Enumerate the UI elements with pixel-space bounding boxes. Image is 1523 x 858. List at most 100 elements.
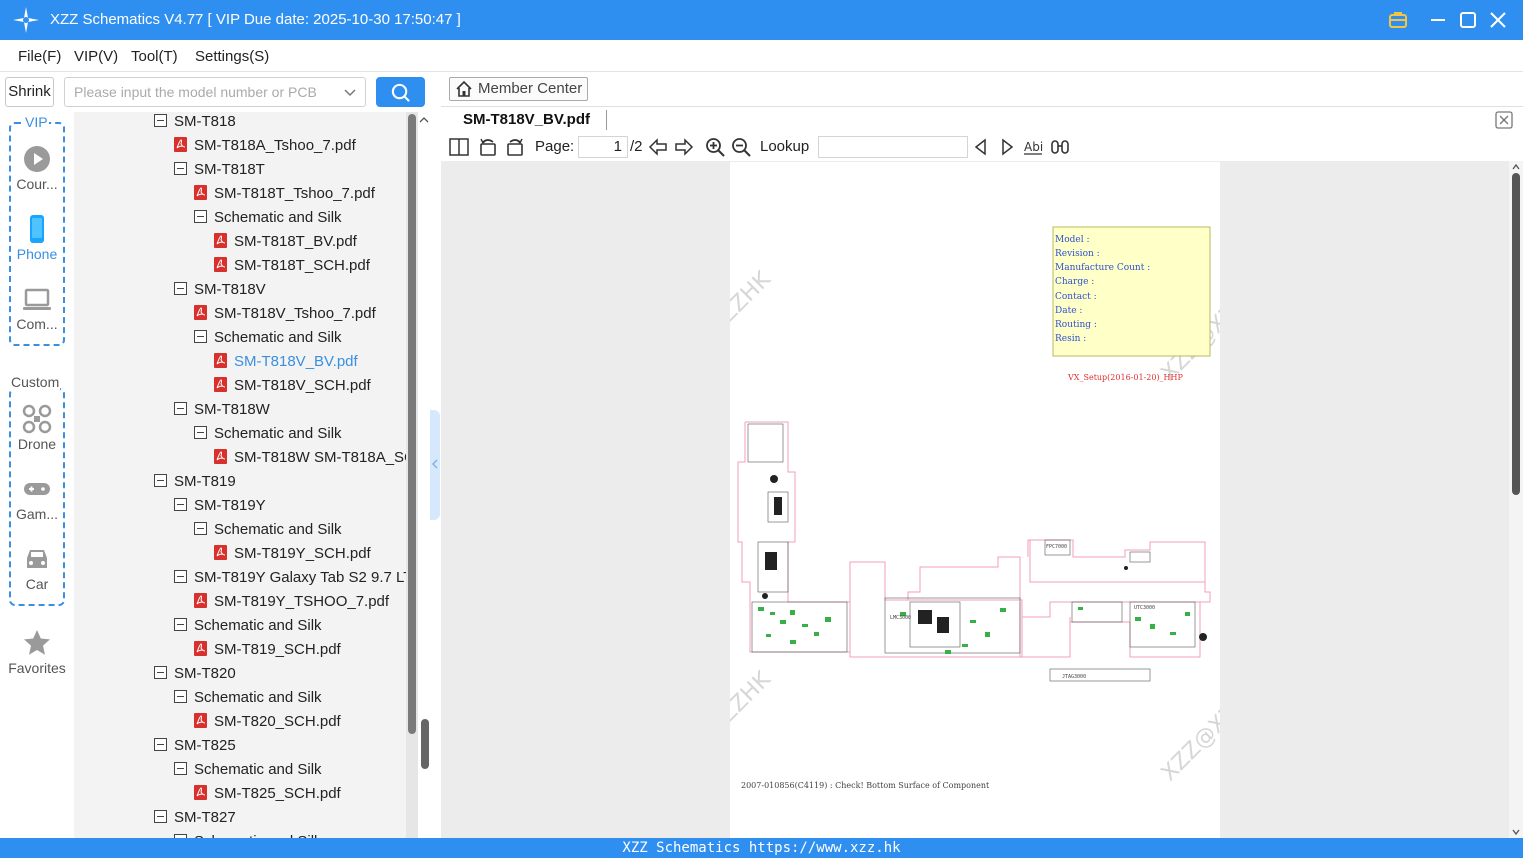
tree-folder-item[interactable]: Schematic and Silk bbox=[174, 830, 322, 838]
tree-folder-item[interactable]: SM-T819Y bbox=[174, 494, 266, 518]
collapse-icon[interactable] bbox=[194, 210, 207, 224]
svg-text:Model :: Model : bbox=[1055, 235, 1090, 245]
panel-scrollbar-thumb[interactable] bbox=[421, 719, 429, 769]
tree-folder-item[interactable]: SM-T818T bbox=[174, 158, 265, 182]
tree-file-item[interactable]: SM-T825_SCH.pdf bbox=[194, 782, 341, 806]
tree-file-item[interactable]: SM-T818T_Tshoo_7.pdf bbox=[194, 182, 375, 206]
tree-folder-item[interactable]: SM-T818W bbox=[174, 398, 270, 422]
rotate-right-icon[interactable] bbox=[505, 137, 525, 157]
category-games[interactable]: Gam... bbox=[0, 474, 74, 522]
member-center-button[interactable]: Member Center bbox=[449, 77, 588, 101]
tree-folder-item[interactable]: SM-T818 bbox=[154, 112, 236, 134]
shrink-button[interactable]: Shrink bbox=[5, 77, 54, 107]
tree-file-item[interactable]: SM-T818V_SCH.pdf bbox=[214, 374, 371, 398]
category-favorites[interactable]: Favorites bbox=[0, 628, 74, 676]
tree-file-item[interactable]: SM-T818V_Tshoo_7.pdf bbox=[194, 302, 376, 326]
collapse-icon[interactable] bbox=[154, 738, 167, 752]
app-logo-icon bbox=[13, 7, 39, 33]
tree-folder-item[interactable]: Schematic and Silk bbox=[194, 326, 342, 350]
tree-file-item[interactable]: SM-T819_SCH.pdf bbox=[194, 638, 341, 662]
minimize-icon[interactable] bbox=[1426, 8, 1450, 32]
tree-folder-item[interactable]: Schematic and Silk bbox=[174, 686, 322, 710]
collapse-icon[interactable] bbox=[154, 666, 167, 680]
collapse-panel-handle[interactable] bbox=[430, 410, 440, 520]
binoculars-icon[interactable] bbox=[1050, 137, 1070, 157]
collapse-icon[interactable] bbox=[154, 114, 167, 128]
viewer-scrollbar-thumb[interactable] bbox=[1512, 173, 1520, 495]
lookup-input[interactable] bbox=[818, 136, 968, 158]
category-drone[interactable]: Drone bbox=[0, 404, 74, 452]
find-previous-icon[interactable] bbox=[971, 137, 991, 157]
vip-bag-icon[interactable] bbox=[1386, 8, 1410, 32]
match-case-icon[interactable]: Abi bbox=[1023, 137, 1043, 157]
tree-file-item[interactable]: SM-T818W SM-T818A_SCH.pdf bbox=[214, 446, 418, 470]
category-phone[interactable]: Phone bbox=[0, 214, 74, 262]
tree-folder-item[interactable]: SM-T820 bbox=[154, 662, 236, 686]
tree-item-label: SM-T819Y bbox=[194, 497, 266, 514]
next-page-icon[interactable] bbox=[674, 137, 694, 157]
viewer-scrollbar[interactable] bbox=[1509, 161, 1523, 838]
menu-settings[interactable]: Settings(S) bbox=[195, 48, 269, 65]
scroll-down-icon[interactable] bbox=[1511, 827, 1521, 837]
collapse-icon[interactable] bbox=[174, 618, 187, 632]
tree-file-item[interactable]: SM-T818A_Tshoo_7.pdf bbox=[174, 134, 356, 158]
tree-folder-item[interactable]: SM-T819 bbox=[154, 470, 236, 494]
tree-folder-item[interactable]: Schematic and Silk bbox=[174, 614, 322, 638]
category-car[interactable]: Car bbox=[0, 544, 74, 592]
collapse-icon[interactable] bbox=[174, 162, 187, 176]
zoom-out-icon[interactable] bbox=[731, 137, 751, 157]
tree-file-item[interactable]: SM-T820_SCH.pdf bbox=[194, 710, 341, 734]
tree-file-item[interactable]: SM-T818V_BV.pdf bbox=[214, 350, 358, 374]
collapse-icon[interactable] bbox=[174, 690, 187, 704]
tree-folder-item[interactable]: SM-T825 bbox=[154, 734, 236, 758]
collapse-icon[interactable] bbox=[174, 498, 187, 512]
tree-file-item[interactable]: SM-T819Y_SCH.pdf bbox=[214, 542, 371, 566]
scroll-up-icon[interactable] bbox=[1511, 162, 1521, 172]
menu-tool[interactable]: Tool(T) bbox=[131, 48, 178, 65]
collapse-icon[interactable] bbox=[174, 402, 187, 416]
collapse-icon[interactable] bbox=[174, 282, 187, 296]
menu-file[interactable]: File(F) bbox=[18, 48, 61, 65]
tree-item-label: SM-T819Y_SCH.pdf bbox=[234, 545, 371, 562]
collapse-icon[interactable] bbox=[154, 474, 167, 488]
find-next-icon[interactable] bbox=[997, 137, 1017, 157]
pdf-file-icon bbox=[174, 137, 187, 153]
close-icon[interactable] bbox=[1486, 8, 1510, 32]
tree-item-label: SM-T819_SCH.pdf bbox=[214, 641, 341, 658]
rotate-left-icon[interactable] bbox=[478, 137, 498, 157]
collapse-icon[interactable] bbox=[154, 810, 167, 824]
category-courses[interactable]: Cour... bbox=[0, 144, 74, 192]
tree-folder-item[interactable]: Schematic and Silk bbox=[174, 758, 322, 782]
tree-folder-item[interactable]: Schematic and Silk bbox=[194, 518, 342, 542]
close-tab-icon[interactable] bbox=[1495, 111, 1513, 129]
collapse-icon[interactable] bbox=[194, 426, 207, 440]
collapse-icon[interactable] bbox=[174, 762, 187, 776]
maximize-icon[interactable] bbox=[1456, 8, 1480, 32]
tree-folder-item[interactable]: Schematic and Silk bbox=[194, 206, 342, 230]
pdf-viewer[interactable]: XZZ@XZZHK XZZ@XZZHK XZZ@XZZHK XZZ@XZZHK … bbox=[441, 161, 1509, 838]
model-tree: SM-T818 SM-T818A_Tshoo_7.pdf SM-T818T SM-T8… bbox=[74, 112, 418, 838]
document-tab[interactable]: SM-T818V_BV.pdf bbox=[463, 111, 590, 128]
pdf-page: XZZ@XZZHK XZZ@XZZHK XZZ@XZZHK XZZ@XZZHK … bbox=[657, 162, 1276, 838]
collapse-icon[interactable] bbox=[194, 522, 207, 536]
model-search-combobox[interactable]: Please input the model number or PCB bbox=[64, 77, 366, 107]
menu-vip[interactable]: VIP(V) bbox=[74, 48, 118, 65]
panel-scrollbar[interactable] bbox=[420, 114, 430, 838]
previous-page-icon[interactable] bbox=[648, 137, 668, 157]
collapse-icon[interactable] bbox=[174, 570, 187, 584]
tree-file-item[interactable]: SM-T818T_BV.pdf bbox=[214, 230, 357, 254]
tree-folder-item[interactable]: SM-T827 bbox=[154, 806, 236, 830]
search-button[interactable] bbox=[376, 77, 425, 107]
tree-folder-item[interactable]: SM-T819Y Galaxy Tab S2 9.7 LTE bbox=[174, 566, 418, 590]
two-page-view-icon[interactable] bbox=[449, 137, 469, 157]
zoom-in-icon[interactable] bbox=[705, 137, 725, 157]
chevron-down-icon[interactable] bbox=[343, 86, 357, 100]
page-number-input[interactable]: 1 bbox=[578, 136, 628, 158]
tree-folder-item[interactable]: SM-T818V bbox=[174, 278, 266, 302]
category-computer[interactable]: Com... bbox=[0, 284, 74, 332]
tree-file-item[interactable]: SM-T818T_SCH.pdf bbox=[214, 254, 370, 278]
collapse-icon[interactable] bbox=[194, 330, 207, 344]
tree-file-item[interactable]: SM-T819Y_TSHOO_7.pdf bbox=[194, 590, 389, 614]
tree-scrollbar-thumb[interactable] bbox=[408, 114, 416, 734]
tree-folder-item[interactable]: Schematic and Silk bbox=[194, 422, 342, 446]
